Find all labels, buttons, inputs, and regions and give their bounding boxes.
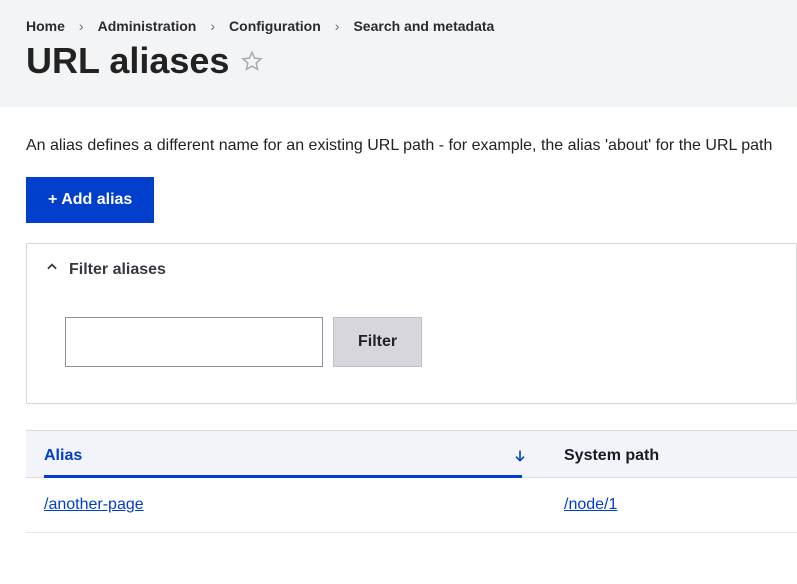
chevron-right-icon: › [210,18,215,34]
cell-system-path: /node/1 [546,478,797,532]
add-alias-button[interactable]: + Add alias [26,177,154,223]
breadcrumb-administration[interactable]: Administration [98,18,197,34]
content: An alias defines a different name for an… [0,107,797,533]
column-header-system-path-label: System path [564,447,659,464]
breadcrumb: Home › Administration › Configuration › … [26,18,771,34]
column-header-alias[interactable]: Alias [26,431,546,477]
alias-table: Alias System path /another-page /node/1 [26,430,797,533]
breadcrumb-search-metadata[interactable]: Search and metadata [353,18,494,34]
alias-link[interactable]: /another-page [44,496,144,513]
page-title: URL aliases [26,40,229,82]
filter-panel-title: Filter aliases [69,261,166,279]
system-path-link[interactable]: /node/1 [564,496,617,513]
header-region: Home › Administration › Configuration › … [0,0,797,107]
filter-input[interactable] [65,317,323,367]
breadcrumb-home[interactable]: Home [26,18,65,34]
page-description: An alias defines a different name for an… [26,137,797,155]
chevron-up-icon [45,260,59,279]
filter-panel-toggle[interactable]: Filter aliases [45,260,778,279]
table-row: /another-page /node/1 [26,478,797,533]
column-header-alias-label: Alias [44,447,82,465]
arrow-down-icon [512,448,528,464]
star-icon[interactable] [241,50,263,72]
cell-alias: /another-page [26,478,546,532]
filter-button[interactable]: Filter [333,317,422,367]
column-header-system-path[interactable]: System path [546,431,797,477]
chevron-right-icon: › [335,18,340,34]
filter-panel: Filter aliases Filter [26,243,797,404]
filter-controls: Filter [45,317,778,367]
breadcrumb-configuration[interactable]: Configuration [229,18,321,34]
page-title-row: URL aliases [26,40,771,82]
chevron-right-icon: › [79,18,84,34]
table-header-row: Alias System path [26,430,797,478]
